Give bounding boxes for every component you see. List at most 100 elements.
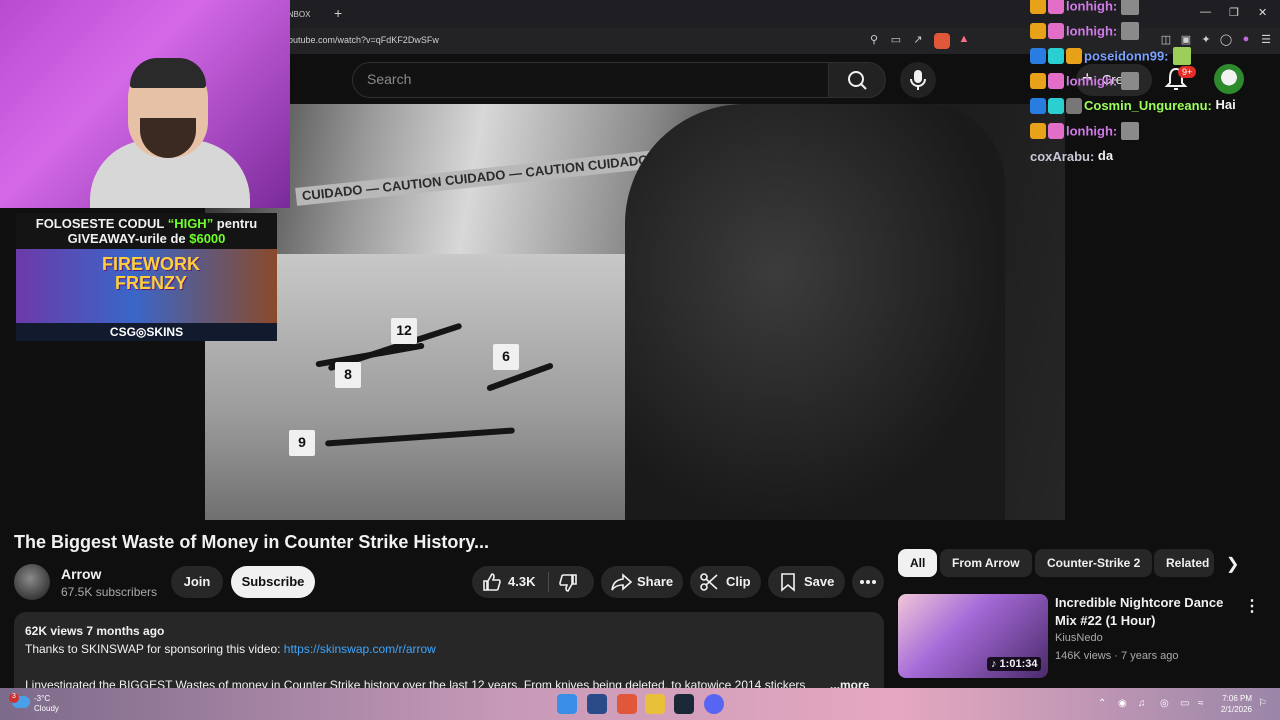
promo-amount: $6000 xyxy=(189,231,226,246)
video-player[interactable]: CUIDADO — CAUTION CUIDADO — CAUTION CUID… xyxy=(205,104,1065,520)
chat-message: lonhigh: xyxy=(1030,22,1140,44)
display-icon[interactable]: ▭ xyxy=(1180,698,1189,709)
video-title: The Biggest Waste of Money in Counter St… xyxy=(14,532,490,552)
brave-browser-icon[interactable] xyxy=(617,694,637,714)
chat-message: lonhigh: xyxy=(1030,0,1140,19)
recommended-title[interactable]: Incredible Nightcore Dance Mix #22 (1 Ho… xyxy=(1055,594,1235,630)
sponsor-link[interactable]: https://skinswap.com/r/arrow xyxy=(284,642,436,656)
view-count-date: 62K views 7 months ago xyxy=(25,624,165,638)
channel-avatar[interactable] xyxy=(14,564,50,600)
chat-message: lonhigh: xyxy=(1030,72,1140,94)
recommended-channel[interactable]: KiusNedo xyxy=(1055,632,1103,644)
subscriber-count: 67.5K subscribers xyxy=(61,585,158,599)
zoom-icon[interactable]: ⚲ xyxy=(866,33,882,49)
save-label: Save xyxy=(804,574,835,589)
brave-shield-icon[interactable] xyxy=(934,33,950,49)
emote-icon xyxy=(1121,72,1140,90)
windows-start-icon[interactable] xyxy=(557,694,577,714)
promo-headline: FOLOSESTE CODUL “HIGH” pentru GIVEAWAY-u… xyxy=(16,213,277,249)
bits-badge-icon xyxy=(1048,97,1064,114)
chat-message: coxArabu: da xyxy=(1030,148,1113,170)
minimize-icon[interactable]: — xyxy=(1200,6,1211,18)
search-button[interactable] xyxy=(828,62,886,98)
bits-badge-icon xyxy=(1048,48,1064,64)
crown-badge-icon xyxy=(1066,48,1082,64)
chat-username: lonhigh: xyxy=(1066,123,1118,139)
weather-desc: Cloudy xyxy=(34,704,59,713)
bookmark-icon xyxy=(779,572,797,592)
more-vertical-icon[interactable]: ⋮ xyxy=(1244,596,1260,616)
evidence-marker: 9 xyxy=(289,430,315,456)
system-clock[interactable]: 7:06 PM 2/1/2026 xyxy=(1212,693,1252,715)
chat-username: coxArabu: xyxy=(1030,149,1095,165)
video-duration: ♪ 1:01:34 xyxy=(987,657,1042,671)
clip-label: Clip xyxy=(726,574,751,589)
discord-icon[interactable] xyxy=(704,694,724,714)
cast-icon[interactable]: ▭ xyxy=(888,33,904,49)
search-input[interactable] xyxy=(367,71,807,87)
channel-name[interactable]: Arrow xyxy=(61,566,101,582)
chat-username: lonhigh: xyxy=(1066,73,1118,89)
voice-search-button[interactable] xyxy=(900,62,936,98)
mic-tray-icon[interactable]: ◎ xyxy=(1160,698,1169,709)
promo-text: GIVEAWAY-urile de xyxy=(67,231,190,246)
weather-widget[interactable]: -3°C Cloudy xyxy=(34,694,59,714)
account-avatar[interactable] xyxy=(1214,64,1244,94)
chat-username: poseidonn99: xyxy=(1084,48,1169,64)
weather-badge: 3 xyxy=(9,693,19,703)
crown-badge-icon xyxy=(1030,73,1046,89)
vpn-icon[interactable]: ◯ xyxy=(1218,33,1234,49)
share-page-icon[interactable]: ↗ xyxy=(910,33,926,49)
evidence-marker: 12 xyxy=(391,318,417,344)
steam-icon[interactable] xyxy=(674,694,694,714)
thumbs-down-icon xyxy=(559,574,577,592)
chat-text: da xyxy=(1097,148,1114,163)
promo-text: FOLOSESTE CODUL xyxy=(35,216,168,231)
webcam-cap xyxy=(130,58,206,88)
brave-rewards-icon[interactable]: ▲ xyxy=(956,33,972,49)
video-frame-person xyxy=(625,104,1005,520)
network-icon[interactable]: ◉ xyxy=(1118,698,1127,709)
file-explorer-icon[interactable] xyxy=(645,694,665,714)
user-badge-icon xyxy=(1048,73,1064,89)
volume-icon[interactable]: ♫ xyxy=(1138,698,1146,709)
clock-date: 2/1/2026 xyxy=(1220,705,1252,714)
chevron-right-icon[interactable]: ❯ xyxy=(1226,554,1239,574)
join-button[interactable]: Join xyxy=(171,566,223,598)
close-icon[interactable]: ✕ xyxy=(1258,6,1267,19)
sub-badge-icon xyxy=(1030,48,1046,64)
like-button[interactable] xyxy=(482,572,502,592)
subscribe-button[interactable]: Subscribe xyxy=(231,566,315,598)
task-view-icon[interactable] xyxy=(587,694,607,714)
thumbs-up-icon xyxy=(483,573,501,591)
description-text: Thanks to SKINSWAP for sponsoring this v… xyxy=(25,642,284,656)
url-field[interactable]: outube.com/watch?v=qFdKF2DwSFw xyxy=(288,32,858,50)
maximize-icon[interactable]: ❐ xyxy=(1229,6,1239,19)
chevron-up-icon[interactable]: ⌃ xyxy=(1098,698,1106,709)
profile-icon[interactable]: ● xyxy=(1238,33,1254,49)
dislike-button[interactable] xyxy=(558,573,578,593)
weather-temp: -3°C xyxy=(34,694,51,703)
crown-badge-icon xyxy=(1030,0,1046,14)
user-badge-icon xyxy=(1048,0,1064,14)
sub-badge-icon xyxy=(1030,97,1046,114)
share-label: Share xyxy=(637,574,674,589)
share-icon xyxy=(610,572,632,592)
extensions-icon[interactable]: ✦ xyxy=(1198,33,1214,49)
promo-title: FIREWORK FRENZY xyxy=(102,254,200,293)
more-actions-button[interactable] xyxy=(852,566,884,598)
chat-message: Cosmin_Ungureanu: Hai xyxy=(1030,97,1236,119)
notification-center-icon[interactable]: ⚐ xyxy=(1258,698,1267,709)
chat-text: Hai xyxy=(1215,97,1236,112)
wifi-icon[interactable]: ≈ xyxy=(1198,698,1204,709)
user-badge-icon xyxy=(1048,23,1064,39)
chip-all[interactable]: All xyxy=(898,549,938,577)
clock-time: 7:06 PM xyxy=(1222,694,1252,703)
promo-text: pentru xyxy=(213,216,258,231)
chip-from-channel[interactable]: From Arrow xyxy=(940,549,1032,577)
emote-icon xyxy=(1121,22,1140,40)
new-tab-button[interactable]: + xyxy=(334,5,342,21)
chip-counter-strike-2[interactable]: Counter-Strike 2 xyxy=(1035,549,1153,577)
chip-related[interactable]: Related xyxy=(1154,549,1214,577)
menu-icon[interactable]: ☰ xyxy=(1258,33,1274,49)
